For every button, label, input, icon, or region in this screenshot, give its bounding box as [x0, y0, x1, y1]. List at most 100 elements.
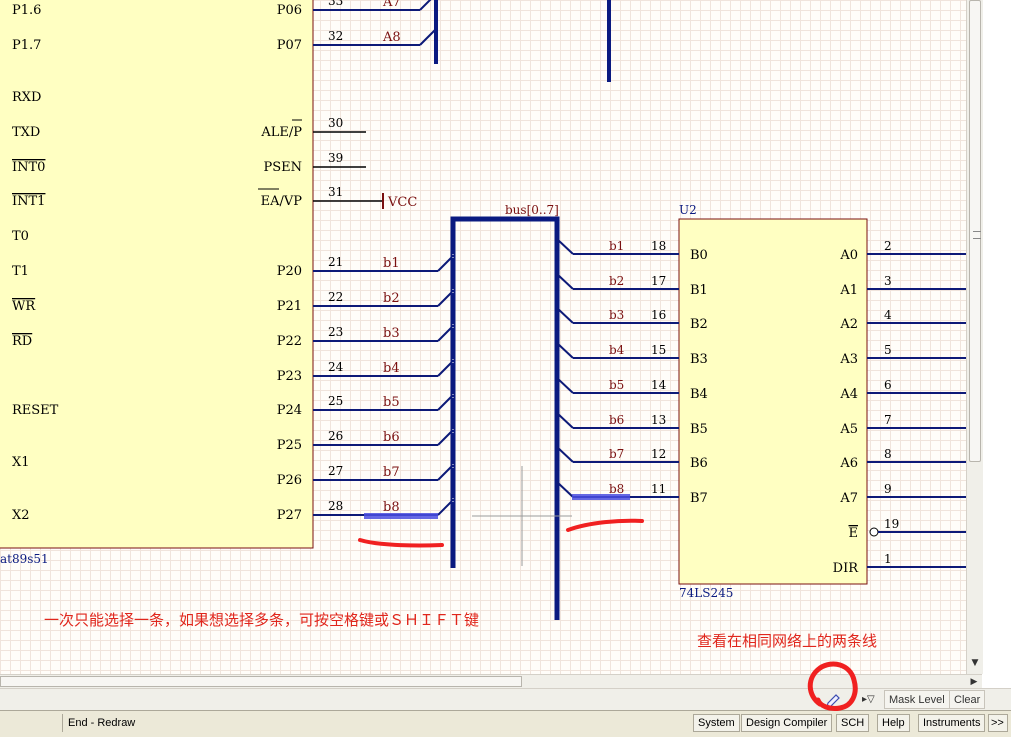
mcu-pin-number: 21 [328, 255, 343, 269]
panel-button-design-compiler[interactable]: Design Compiler [741, 714, 833, 732]
net-label: b2 [609, 274, 624, 288]
panel-button-help[interactable]: Help [877, 714, 910, 732]
mcu-left-pin-label: T0 [12, 229, 29, 244]
mcu-pin-number: 33 [328, 0, 343, 8]
u2-pin-number: 15 [651, 343, 666, 357]
mcu-left-pin-label: RD [12, 334, 32, 349]
panel-more-button[interactable]: >> [988, 714, 1008, 732]
bus-entry [419, 0, 432, 11]
u2-pin-number: 9 [884, 482, 892, 496]
net-label: b8 [383, 500, 400, 515]
mcu-pin-number: 30 [328, 116, 343, 130]
bus-main [450, 216, 560, 620]
u2-left-pin-label: B2 [690, 317, 708, 332]
u2-pin-number: 2 [884, 239, 892, 253]
u2-right-pin-label: A2 [839, 317, 858, 332]
status-bar: End - Redraw System Design Compiler SCH … [0, 710, 1011, 737]
mcu-left-pin-label: X1 [12, 455, 30, 470]
net-label: b2 [383, 291, 400, 306]
u2-pin-number: 11 [651, 482, 666, 496]
mcu-pin-number: 26 [328, 429, 343, 443]
mcu-right-pin-label: ALE/P [260, 125, 302, 140]
u2-designator: U2 [679, 203, 697, 217]
u2-pin-number: 14 [651, 378, 667, 392]
red-underline-left [358, 538, 444, 548]
net-label: b7 [609, 447, 624, 461]
u2-pin-number: 13 [651, 413, 666, 427]
bus-entry [419, 28, 437, 46]
net-label: b8 [609, 482, 624, 496]
u2-pin-number: 18 [651, 239, 666, 253]
mcu-right-pin-label: P26 [277, 473, 302, 488]
panel-button-sch[interactable]: SCH [836, 714, 870, 732]
net-label: A8 [382, 30, 401, 45]
scroll-down-arrow-icon[interactable]: ▼ [969, 656, 981, 670]
mcu-left-pin-label: RESET [12, 403, 59, 418]
u2-pin-number: 7 [884, 413, 892, 427]
net-label: b7 [383, 465, 400, 480]
u2-left-pin-label: B5 [690, 422, 708, 437]
mcu-pin-number: 23 [328, 325, 343, 339]
schematic-canvas[interactable]: P1.6 P1.7 RXD TXD INT0 INT1 T0 T1 WR RD RESET X1 X2 a… [0, 0, 966, 674]
mask-level-button[interactable]: Mask Level [884, 690, 950, 709]
red-underline-right [566, 518, 644, 532]
mcu-pin-number: 25 [328, 394, 343, 408]
net-label: b1 [609, 239, 624, 253]
clear-button[interactable]: Clear [949, 690, 986, 709]
status-message: End - Redraw [62, 714, 368, 732]
mcu-pin-number: 32 [328, 29, 343, 43]
mcu-pin-number: 39 [328, 151, 343, 165]
net-label: b6 [609, 413, 624, 427]
mcu-right-pin-label: P24 [277, 403, 302, 418]
mcu-left-pin-label: X2 [12, 508, 30, 523]
u2-pin-number: 16 [651, 308, 666, 322]
panel-button-system[interactable]: System [693, 714, 740, 732]
u2-right-pin-label: A5 [839, 422, 858, 437]
annotation-same-net-note: 查看在相同网络上的两条线 [697, 632, 878, 650]
u2-pin-number: 5 [884, 343, 892, 357]
u2-pin-number: 17 [651, 274, 666, 288]
u2-pin-number: 6 [884, 378, 892, 392]
u2-pin-number: 3 [884, 274, 892, 288]
u2-right-pin-label: E [849, 526, 859, 541]
panel-button-instruments[interactable]: Instruments [918, 714, 986, 732]
mcu-pin-number: 27 [328, 464, 343, 478]
u2-left-pin-label: B4 [690, 387, 708, 402]
net-label: b5 [383, 395, 400, 410]
u2-left-pin-label: B0 [690, 248, 708, 263]
u2-right-pin-label: A7 [839, 491, 858, 506]
mcu-right-pin-label: P25 [277, 438, 302, 453]
mcu-right-pin-label: PSEN [263, 160, 302, 175]
u2-left-pin-label: B7 [690, 491, 708, 506]
u2-right-pin-label: A1 [839, 283, 858, 298]
mcu-right-pin-label: P20 [277, 264, 302, 279]
mcu-right-pin-label: EA/VP [261, 194, 303, 209]
vcc-power-label: VCC [387, 195, 417, 210]
schematic-drawing: P1.6 P1.7 RXD TXD INT0 INT1 T0 T1 WR RD RESET X1 X2 a… [0, 0, 966, 620]
mcu-left-pin-label: RXD [12, 90, 41, 105]
u2-right-pin-label: A4 [839, 387, 858, 402]
u2-pin-number: 1 [884, 552, 892, 566]
u2-pin-number: 8 [884, 447, 892, 461]
u2-right-pin-label: DIR [833, 561, 860, 576]
mcu-left-pin-label: INT1 [12, 194, 45, 209]
vertical-scrollbar[interactable]: ▼ [966, 0, 983, 674]
mcu-left-pin-label: T1 [12, 264, 29, 279]
mcu-part-name: at89s51 [0, 552, 49, 566]
scroll-right-arrow-icon[interactable]: ▶ [968, 675, 980, 689]
u2-left-pin-label: B1 [690, 283, 708, 298]
mcu-left-pin-label: INT0 [12, 160, 45, 175]
inversion-bubble [869, 527, 879, 537]
net-label: b4 [383, 361, 400, 376]
u2-right-pin-label: A6 [839, 456, 858, 471]
mcu-right-pin-label: P07 [277, 38, 302, 53]
mcu-pin-number: 31 [328, 185, 343, 199]
net-label: b6 [383, 430, 400, 445]
horizontal-scroll-thumb[interactable] [0, 676, 522, 687]
mcu-right-pin-label: P27 [277, 508, 302, 523]
bus-net-label: bus[0..7] [505, 203, 559, 217]
vertical-scroll-thumb[interactable] [969, 0, 981, 462]
mcu-pin-number: 24 [328, 360, 344, 374]
mcu-left-pin-label: TXD [12, 125, 40, 140]
mcu-left-pin-label: P1.7 [12, 38, 41, 53]
